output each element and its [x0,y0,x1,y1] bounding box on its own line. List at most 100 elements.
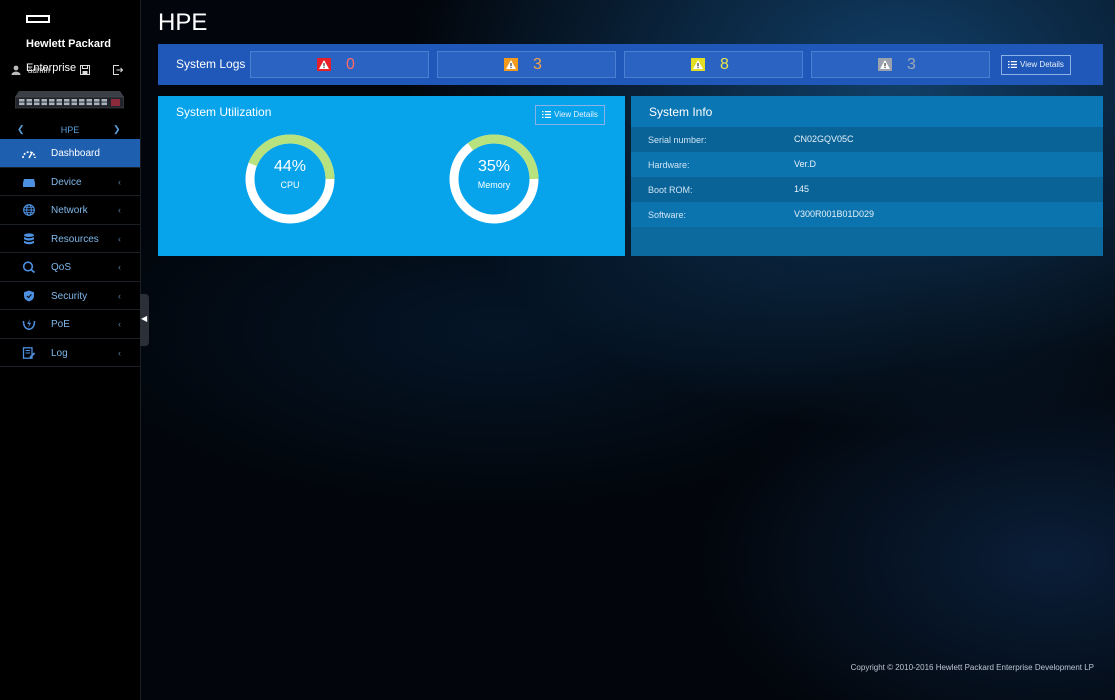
sidebar-collapse-handle[interactable]: ◀ [140,294,149,346]
list-icon [1008,61,1017,68]
switch-port [79,99,85,102]
sidebar-item-label: Device [51,176,82,188]
username: admin [28,66,50,75]
info-key: Serial number: [648,135,707,145]
switch-port [71,99,77,102]
switch-device-image [15,91,124,109]
system-utilization-title: System Utilization [176,105,272,119]
chevron-left-icon: ‹ [118,233,121,244]
database-icon [24,232,34,244]
qos-icon [22,261,36,273]
switch-port [49,102,55,106]
switch-port [64,99,70,102]
info-row-boot-rom: Boot ROM: 145 [631,177,1103,202]
logs-view-details-button[interactable]: View Details [1001,55,1071,75]
list-icon [542,111,551,118]
switch-port [34,102,40,106]
cpu-gauge: 44% CPU [245,134,335,224]
hpe-logo-mark [26,15,50,23]
system-info-title: System Info [649,105,713,119]
chevron-left-icon: ‹ [118,262,121,272]
sidebar-item-label: QoS [51,262,72,273]
log-count: 3 [533,56,542,73]
switch-port [94,102,100,106]
info-row-serial: Serial number: CN02GQV05C [631,127,1103,152]
switch-port [71,102,77,106]
log-count: 8 [720,56,729,73]
sidebar-item-security[interactable]: Security ‹ [0,282,140,310]
log-warning[interactable]: 3 [811,51,990,78]
sidebar-item-label: Network [51,205,88,216]
switch-port [41,102,47,106]
switch-port [56,99,62,102]
switch-port [101,102,107,106]
log-major[interactable]: 3 [437,51,616,78]
shield-icon [24,290,34,301]
sidebar-item-resources[interactable]: Resources ‹ [0,225,140,253]
switch-port [101,99,107,102]
device-selector: ❮ HPE ❯ [0,122,140,138]
sidebar-item-network[interactable]: Network ‹ [0,196,140,225]
save-icon[interactable] [80,65,90,75]
sidebar-item-label: Resources [51,233,99,245]
critical-alert-icon [317,58,331,71]
major-alert-icon [504,58,518,71]
chevron-left-icon: ‹ [118,176,121,187]
info-value: V300R001B01D029 [794,209,875,219]
info-value: 145 [794,184,810,194]
sidebar-item-dashboard[interactable]: Dashboard [0,139,140,168]
info-row-hardware: Hardware: Ver.D [631,152,1103,177]
speedometer-icon [22,151,36,159]
switch-port [94,99,100,102]
switch-port [86,99,92,102]
minor-alert-icon [691,58,705,71]
page-title: HPE [158,9,208,36]
user-icon [11,65,21,75]
cpu-label: CPU [280,180,300,190]
switch-port [26,99,32,102]
chevron-left-icon: ‹ [118,347,121,358]
user-bar: admin [0,62,140,80]
sidebar-item-label: Security [51,290,88,302]
info-row-software: Software: V300R001B01D029 [631,202,1103,227]
switch-port [86,102,92,106]
system-logs-title: System Logs [176,57,246,71]
device-next-button[interactable]: ❯ [113,124,121,135]
copyright-footer: Copyright © 2010-2016 Hewlett Packard En… [850,663,1094,672]
info-key: Software: [648,210,687,220]
system-utilization-panel: System Utilization View Details 44% CPU … [158,96,625,256]
device-icon [23,178,35,187]
system-logs-bar: System Logs 0 3 8 3 View Details [158,44,1103,85]
info-value: CN02GQV05C [794,134,854,144]
warning-alert-icon [878,58,892,71]
brand-line-1: Hewlett Packard [26,38,111,50]
sidebar-item-label: Dashboard [51,148,100,159]
switch-port [56,102,62,106]
memory-gauge: 35% Memory [449,134,539,224]
info-value: Ver.D [794,159,817,169]
log-count: 3 [907,56,916,73]
chevron-left-icon: ‹ [118,205,121,215]
cpu-value: 44% [273,158,307,175]
sidebar-item-poe[interactable]: PoE ‹ [0,310,140,339]
logout-icon[interactable] [113,65,123,75]
log-minor[interactable]: 8 [624,51,803,78]
sidebar-item-log[interactable]: Log ‹ [0,339,140,367]
globe-icon [23,204,35,216]
view-details-label: View Details [554,110,598,119]
log-icon [22,346,36,359]
info-key: Hardware: [648,160,690,170]
switch-port [19,99,25,102]
sidebar-item-device[interactable]: Device ‹ [0,168,140,196]
switch-port [79,102,85,106]
chevron-left-icon: ‹ [118,319,121,329]
switch-port [64,102,70,106]
system-info-panel: System Info Serial number: CN02GQV05C Ha… [631,96,1103,256]
poe-icon [22,319,36,330]
sidebar-item-qos[interactable]: QoS ‹ [0,253,140,282]
utilization-view-details-button[interactable]: View Details [535,105,605,125]
memory-label: Memory [477,180,511,190]
switch-port [19,102,25,106]
log-critical[interactable]: 0 [250,51,429,78]
switch-port [34,99,40,102]
